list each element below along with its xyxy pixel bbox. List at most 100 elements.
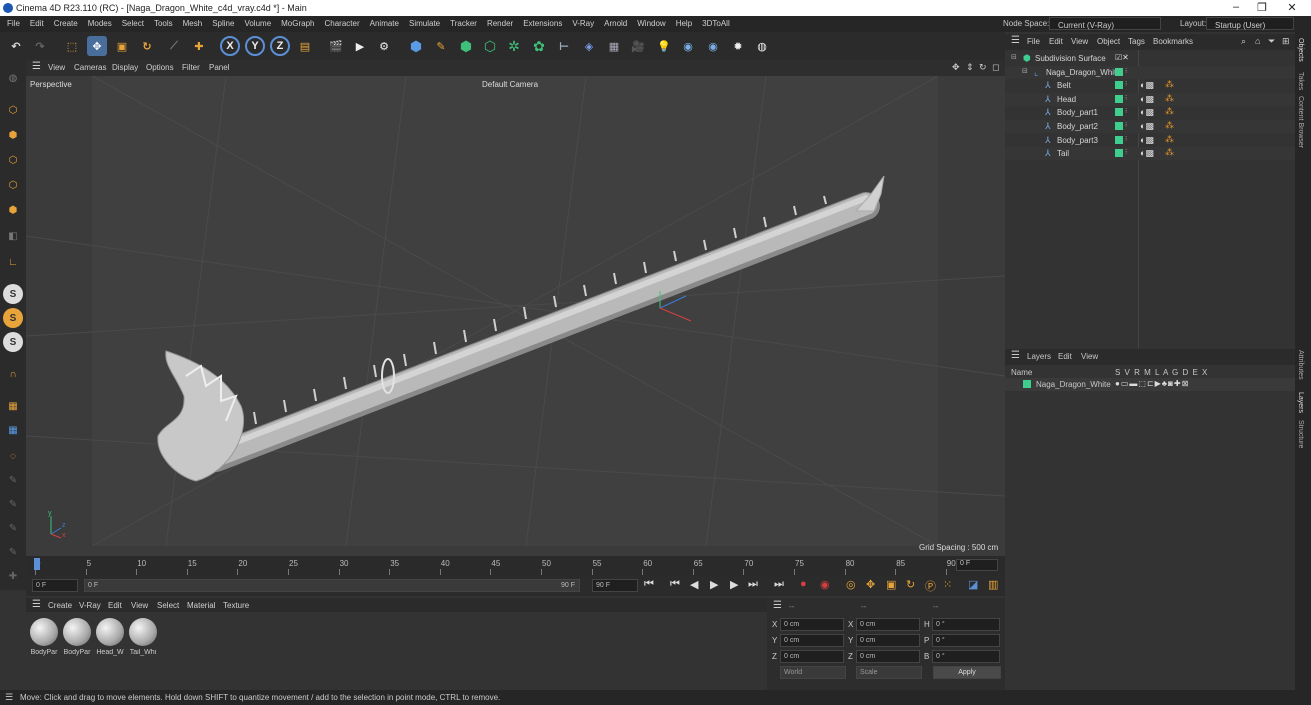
next-frame-icon[interactable]: ▶ — [730, 578, 738, 591]
y-axis-lock-icon[interactable]: Y — [245, 36, 265, 56]
status-menu-icon[interactable]: ☰ — [5, 692, 13, 703]
edges-mode-icon[interactable]: ⬡ — [3, 175, 23, 195]
mat-menu-texture[interactable]: Texture — [223, 601, 249, 610]
material-tag-icon[interactable]: ◐▩ — [1140, 121, 1154, 132]
layer-color-tag[interactable] — [1115, 94, 1123, 103]
obj-menu-edit[interactable]: Edit — [1049, 37, 1063, 46]
vray-tag-icon[interactable]: ⁂ — [1165, 79, 1174, 90]
menu-item[interactable]: Simulate — [404, 16, 445, 32]
model-mode-icon[interactable]: ⬡ — [3, 100, 23, 120]
viewport-rotate-icon[interactable]: ↻ — [979, 62, 987, 73]
menu-item[interactable]: Window — [632, 16, 670, 32]
vray-tag-icon[interactable]: ⁂ — [1165, 106, 1174, 117]
move-tool-icon[interactable]: ✥ — [87, 36, 107, 56]
layer-menu-edit[interactable]: Edit — [1058, 352, 1072, 361]
object-row[interactable]: ⅄ Body_part3 ⁝ ◐▩ ⁂ — [1005, 134, 1295, 147]
visibility-dots-icon[interactable]: ⁝ — [1125, 148, 1127, 156]
viewport-menu-cameras[interactable]: Cameras — [74, 63, 106, 72]
obj-menu-tags[interactable]: Tags — [1128, 37, 1145, 46]
previous-frame-icon[interactable]: ◀ — [690, 578, 698, 591]
light-icon[interactable]: 💡 — [654, 36, 674, 56]
material-swatch[interactable]: Head_W — [95, 618, 125, 656]
object-row[interactable]: ⅄ Body_part2 ⁝ ◐▩ ⁂ — [1005, 120, 1295, 133]
scale-tool-icon[interactable]: ▣ — [112, 36, 132, 56]
viewport-menu-icon[interactable]: ☰ — [32, 61, 41, 72]
layer-menu-icon[interactable]: ☰ — [1011, 350, 1020, 361]
go-to-start-icon[interactable]: ⏮ — [644, 578, 654, 591]
layer-menu-layers[interactable]: Layers — [1027, 352, 1051, 361]
visibility-dots-icon[interactable]: ⁝ — [1125, 80, 1127, 88]
rotation-h-field[interactable]: 0 ° — [932, 618, 1000, 631]
visibility-dots-icon[interactable]: ⁝ — [1125, 135, 1127, 143]
polygons-mode-icon[interactable]: ⬢ — [3, 200, 23, 220]
search-icon[interactable]: ⌕ — [1241, 36, 1246, 47]
undo-icon[interactable]: ↶ — [6, 36, 26, 56]
python-icon[interactable]: ◉ — [678, 36, 698, 56]
extrude-icon[interactable]: ⬡ — [480, 36, 500, 56]
viewport-menu-filter[interactable]: Filter — [182, 63, 200, 72]
field-icon[interactable]: ◈ — [579, 36, 599, 56]
python-generator-icon[interactable]: ◉ — [703, 36, 723, 56]
axis-mode-icon[interactable]: ∟ — [3, 252, 23, 272]
camera-label[interactable]: Default Camera — [482, 80, 538, 89]
viewport-pan-icon[interactable]: ✥ — [952, 62, 960, 73]
make-editable-icon[interactable]: ◍ — [3, 68, 23, 88]
apply-button[interactable]: Apply — [933, 666, 1001, 679]
menu-item[interactable]: MoGraph — [276, 16, 319, 32]
visibility-dots-icon[interactable]: ⁝ — [1125, 107, 1127, 115]
material-tag-icon[interactable]: ◐▩ — [1140, 80, 1154, 91]
menu-item[interactable]: Spline — [207, 16, 239, 32]
layer-color-tag[interactable] — [1115, 108, 1123, 117]
key-position-icon[interactable]: ✥ — [866, 578, 875, 591]
layer-color-tag[interactable] — [1115, 122, 1123, 130]
deformer-icon[interactable]: ⊢ — [554, 36, 574, 56]
key-pla-icon[interactable]: ⁙ — [943, 578, 952, 591]
vray-tag-icon[interactable]: ⁂ — [1165, 147, 1174, 158]
keyframe-selection-icon[interactable]: ◎ — [846, 578, 856, 591]
menu-item[interactable]: Volume — [239, 16, 276, 32]
end-frame-field[interactable]: 90 F — [592, 579, 638, 592]
mat-menu-select[interactable]: Select — [157, 601, 179, 610]
pen-spline-icon[interactable]: ✎ — [431, 36, 451, 56]
mat-menu-view[interactable]: View — [131, 601, 148, 610]
visibility-dots-icon[interactable]: ⁝ — [1125, 121, 1127, 129]
layer-color-swatch[interactable] — [1023, 380, 1031, 388]
texture-mode-icon[interactable]: ⬢ — [3, 125, 23, 145]
rotate-tool-icon[interactable]: ↻ — [137, 36, 157, 56]
vray-globe-icon[interactable]: ◍ — [752, 36, 772, 56]
material-swatch[interactable]: BodyPar — [29, 618, 59, 656]
material-swatch[interactable]: BodyPar — [62, 618, 92, 656]
create-object-icon[interactable]: ✚ — [189, 36, 209, 56]
cube-icon[interactable]: ⬢ — [406, 36, 426, 56]
current-frame-field[interactable]: 0 F — [956, 559, 998, 571]
material-tag-icon[interactable]: ◐▩ — [1140, 94, 1154, 105]
material-tag-icon[interactable]: ◐▩ — [1140, 107, 1154, 118]
object-row[interactable]: ⅄ Head ⁝ ◐▩ ⁂ — [1005, 92, 1295, 106]
position-z-field[interactable]: 0 cm — [780, 650, 844, 663]
node-space-dropdown[interactable]: Current (V-Ray) — [1049, 17, 1161, 30]
filter-icon[interactable]: ⏷ — [1268, 36, 1275, 47]
new-window-icon[interactable]: ⊞ — [1282, 36, 1290, 47]
layer-color-tag[interactable] — [1115, 81, 1123, 90]
close-button[interactable]: ✕ — [1282, 1, 1302, 15]
start-frame-field[interactable]: 0 F — [32, 579, 78, 592]
tab-content-browser[interactable]: Content Browser — [1297, 96, 1304, 148]
obj-menu-bookmarks[interactable]: Bookmarks — [1153, 37, 1193, 46]
redo-icon[interactable]: ↷ — [30, 36, 50, 56]
viewport-zoom-icon[interactable]: ⇕ — [966, 62, 974, 73]
key-rotation-icon[interactable]: ↻ — [906, 578, 915, 591]
coords-menu-icon[interactable]: ☰ — [773, 600, 782, 611]
next-keyframe-icon[interactable]: ⏭ — [748, 578, 758, 591]
viewport-menu-view[interactable]: View — [48, 63, 65, 72]
size-y-field[interactable]: 0 cm — [856, 634, 920, 647]
snap-icon[interactable]: S — [3, 284, 23, 304]
maximize-button[interactable]: ❐ — [1252, 1, 1272, 15]
perspective-viewport[interactable]: Perspective Default Camera Grid Spacing … — [26, 76, 1005, 556]
menu-item[interactable]: Render — [482, 16, 518, 32]
viewport-maximize-icon[interactable]: ◻ — [992, 62, 999, 73]
record-icon[interactable]: ● — [800, 578, 807, 590]
menu-item[interactable]: Character — [320, 16, 365, 32]
layer-color-tag[interactable] — [1115, 149, 1123, 158]
play-icon[interactable]: ▶ — [710, 578, 718, 591]
magnet-icon[interactable]: ∩ — [3, 364, 23, 384]
